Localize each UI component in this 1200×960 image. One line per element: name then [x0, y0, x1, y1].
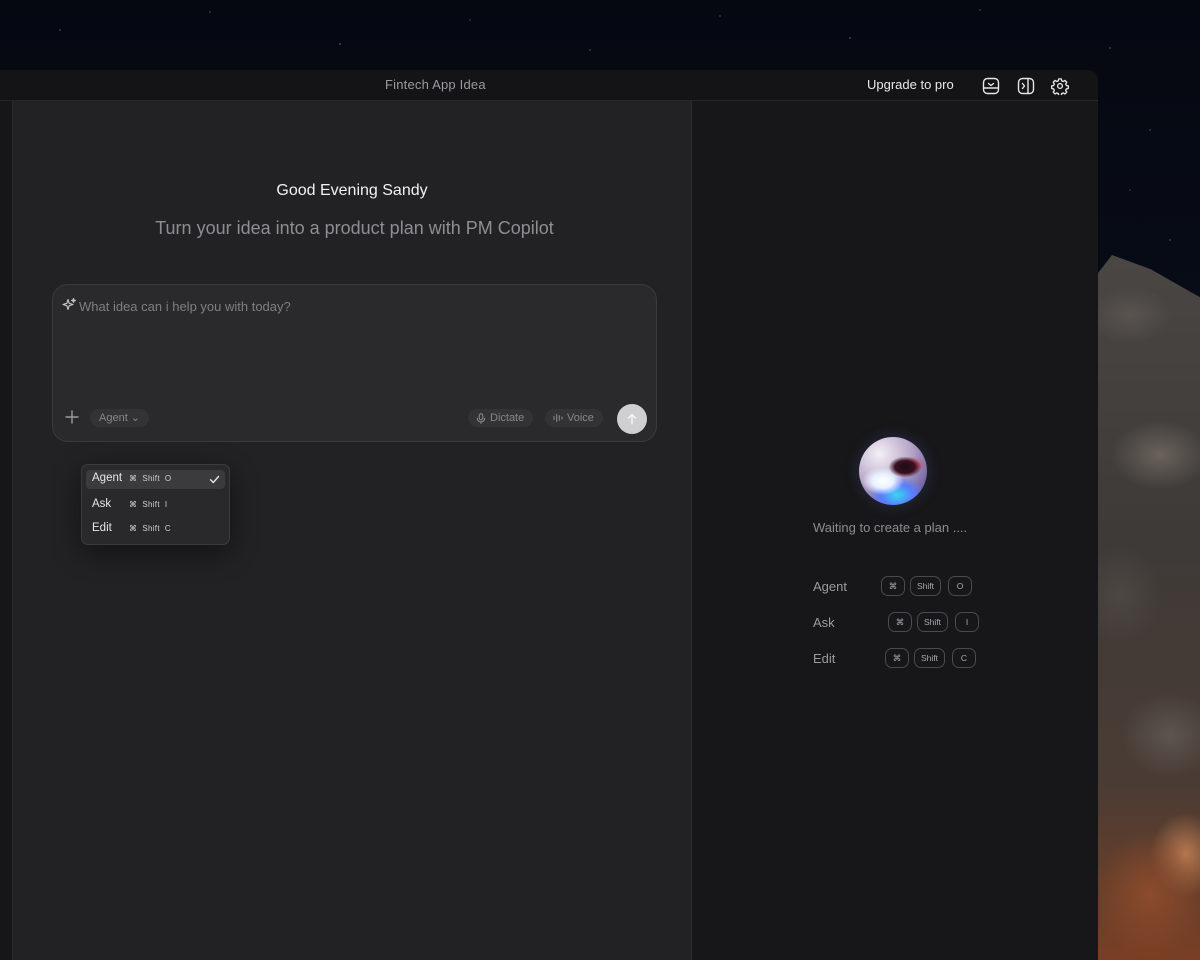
dictate-label: Dictate	[490, 412, 525, 424]
plan-panel: Waiting to create a plan .... Agent ⌘ Sh…	[691, 101, 1098, 960]
mode-selector[interactable]: Agent ⌄	[90, 409, 150, 427]
window-title: Fintech App Idea	[385, 77, 486, 92]
ai-orb-avatar	[859, 437, 927, 505]
mic-icon	[476, 412, 486, 424]
keycap-command: ⌘	[885, 648, 909, 668]
sparkle-icon	[61, 297, 77, 313]
bot-icon[interactable]	[981, 76, 1001, 96]
page-subtitle: Turn your idea into a product plan with …	[155, 218, 554, 238]
menu-item-edit[interactable]: Edit ⌘ Shift C	[86, 520, 225, 539]
upgrade-button[interactable]: Upgrade to pro	[867, 77, 954, 92]
shortcut-label: Ask	[813, 615, 835, 630]
rock-landscape	[1090, 255, 1200, 960]
gear-icon[interactable]	[1050, 76, 1070, 96]
send-button[interactable]	[617, 404, 647, 434]
keycap-shift: Shift	[917, 612, 949, 632]
arrow-up-icon	[627, 413, 637, 425]
keycap-command: ⌘	[881, 576, 905, 596]
voice-label: Voice	[567, 412, 594, 424]
keycap-command: ⌘	[888, 612, 912, 632]
shortcut-label: Edit	[813, 651, 836, 666]
menu-item-agent[interactable]: Agent ⌘ Shift O	[86, 470, 225, 489]
keycap-shift: Shift	[910, 576, 942, 596]
menu-item-label: Ask	[92, 498, 112, 510]
title-bar: Fintech App Idea Upgrade to pro	[0, 70, 1098, 101]
menu-item-shortcut: ⌘ Shift O	[129, 474, 172, 483]
waveform-icon	[553, 413, 563, 423]
greeting-heading: Good Evening Sandy	[276, 182, 428, 199]
sidebar-collapsed	[0, 101, 13, 960]
main-content: Good Evening Sandy Turn your idea into a…	[13, 101, 691, 960]
add-attachment-icon[interactable]	[65, 410, 79, 424]
app-window: Fintech App Idea Upgrade to pro Good Eve…	[0, 70, 1098, 960]
checkmark-icon	[209, 475, 220, 484]
menu-item-ask[interactable]: Ask ⌘ Shift I	[86, 496, 225, 515]
waiting-status: Waiting to create a plan ....	[813, 520, 968, 535]
dictate-button[interactable]: Dictate	[468, 409, 534, 427]
keycap-letter: I	[955, 612, 979, 632]
panel-toggle-icon[interactable]	[1016, 76, 1036, 96]
menu-item-shortcut: ⌘ Shift I	[129, 500, 168, 509]
prompt-composer: Agent ⌄ Dictate Voice	[52, 284, 657, 442]
voice-button[interactable]: Voice	[545, 409, 603, 427]
shortcut-label: Agent	[813, 579, 847, 594]
keycap-letter: C	[952, 648, 976, 668]
keycap-shift: Shift	[914, 648, 946, 668]
menu-item-shortcut: ⌘ Shift C	[129, 524, 171, 533]
mode-dropdown-menu: Agent ⌘ Shift O Ask ⌘ Shift I Edit ⌘ Shi…	[81, 464, 230, 545]
menu-item-label: Edit	[92, 522, 112, 534]
menu-item-label: Agent	[92, 472, 123, 484]
idea-input[interactable]	[79, 296, 639, 316]
keycap-letter: O	[948, 576, 972, 596]
